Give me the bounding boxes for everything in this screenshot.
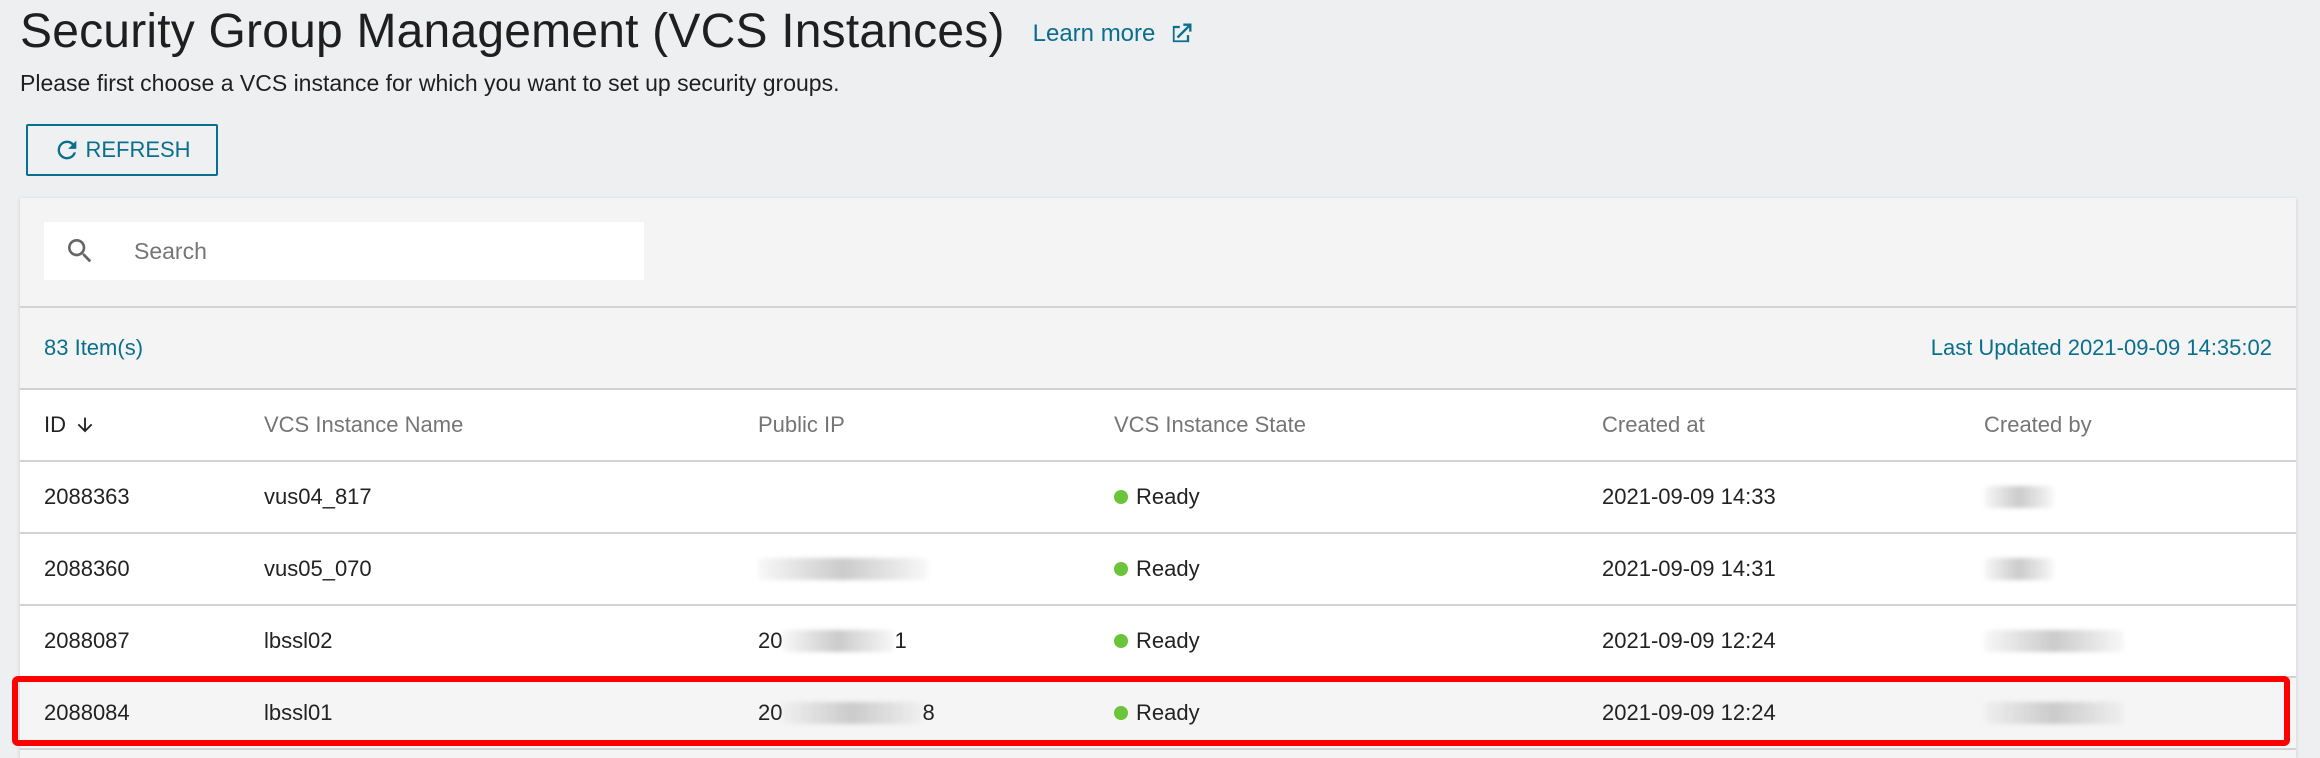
page-header: Security Group Management (VCS Instances… [20, 0, 1195, 62]
cell-name: lbssl01 [264, 700, 333, 725]
cell-created-by [1984, 678, 2124, 748]
search-bar [44, 222, 644, 280]
search-input[interactable] [132, 236, 616, 266]
cell-state: Ready [1114, 606, 1200, 676]
cell-public-ip [758, 534, 928, 604]
state-label: Ready [1136, 700, 1200, 725]
refresh-button[interactable]: REFRESH [26, 124, 218, 176]
table-row[interactable]: 2088087 lbssl02 20 1 Ready 2021-09-09 12… [20, 606, 2296, 678]
redacted-value [1984, 630, 2124, 652]
cell-created-by [1984, 534, 2054, 604]
state-label: Ready [1136, 484, 1200, 509]
arrow-down-icon [74, 414, 96, 436]
cell-created-at: 2021-09-09 12:24 [1602, 700, 1776, 725]
table-row[interactable]: 2088363 vus04_817 Ready 2021-09-09 14:33 [20, 462, 2296, 534]
cell-name: vus05_070 [264, 556, 372, 581]
state-label: Ready [1136, 628, 1200, 653]
status-dot-icon [1114, 634, 1128, 648]
ip-prefix: 20 [758, 628, 783, 653]
cell-public-ip: 20 8 [758, 678, 935, 748]
cell-created-at: 2021-09-09 14:31 [1602, 556, 1776, 581]
item-count: 83 Item(s) [44, 335, 144, 360]
table-row[interactable]: 2088084 lbssl01 20 8 Ready 2021-09-09 12… [20, 678, 2296, 750]
status-dot-icon [1114, 706, 1128, 720]
cell-id: 2088363 [44, 484, 130, 509]
cell-state: Ready [1114, 678, 1200, 748]
external-link-icon [1167, 20, 1195, 48]
cell-id: 2088360 [44, 556, 130, 581]
redacted-value [758, 558, 928, 580]
learn-more-link[interactable]: Learn more [1033, 20, 1196, 48]
column-header-created-at[interactable]: Created at [1602, 390, 1705, 460]
column-header-created-by[interactable]: Created by [1984, 390, 2092, 460]
cell-state: Ready [1114, 534, 1200, 604]
ip-suffix: 8 [922, 700, 935, 725]
cell-created-at: 2021-09-09 14:33 [1602, 484, 1776, 509]
learn-more-label: Learn more [1032, 20, 1156, 47]
table-row[interactable]: 2088360 vus05_070 Ready 2021-09-09 14:31 [20, 534, 2296, 606]
page-subtitle: Please first choose a VCS instance for w… [20, 70, 840, 96]
status-dot-icon [1114, 490, 1128, 504]
refresh-label: REFRESH [85, 137, 191, 162]
table-header-row: ID VCS Instance Name Public IP VCS Insta… [20, 390, 2296, 462]
ip-prefix: 20 [758, 700, 783, 725]
cell-created-at: 2021-09-09 12:24 [1602, 628, 1776, 653]
cell-id: 2088087 [44, 628, 130, 653]
instances-panel: 83 Item(s) Last Updated 2021-09-09 14:35… [20, 198, 2296, 758]
column-header-state[interactable]: VCS Instance State [1114, 390, 1306, 460]
ip-suffix: 1 [894, 628, 907, 653]
search-icon [64, 235, 96, 267]
column-header-id[interactable]: ID [44, 390, 96, 460]
summary-row: 83 Item(s) Last Updated 2021-09-09 14:35… [20, 308, 2296, 388]
redacted-value [1984, 486, 2054, 508]
redacted-value [1984, 702, 2124, 724]
refresh-icon [53, 136, 81, 164]
cell-id: 2088084 [44, 700, 130, 725]
column-header-name[interactable]: VCS Instance Name [264, 390, 463, 460]
column-header-label: ID [44, 412, 66, 437]
cell-name: vus04_817 [264, 484, 372, 509]
cell-created-by [1984, 606, 2124, 676]
cell-created-by [1984, 462, 2054, 532]
instances-table: ID VCS Instance Name Public IP VCS Insta… [20, 388, 2296, 750]
redacted-value [1984, 558, 2054, 580]
page-title: Security Group Management (VCS Instances… [20, 4, 1005, 58]
redacted-value [782, 630, 895, 652]
status-dot-icon [1114, 562, 1128, 576]
column-header-public-ip[interactable]: Public IP [758, 390, 845, 460]
cell-public-ip: 20 1 [758, 606, 907, 676]
redacted-value [782, 702, 923, 724]
cell-state: Ready [1114, 462, 1200, 532]
last-updated: Last Updated 2021-09-09 14:35:02 [1930, 335, 2272, 360]
cell-name: lbssl02 [264, 628, 333, 653]
state-label: Ready [1136, 556, 1200, 581]
